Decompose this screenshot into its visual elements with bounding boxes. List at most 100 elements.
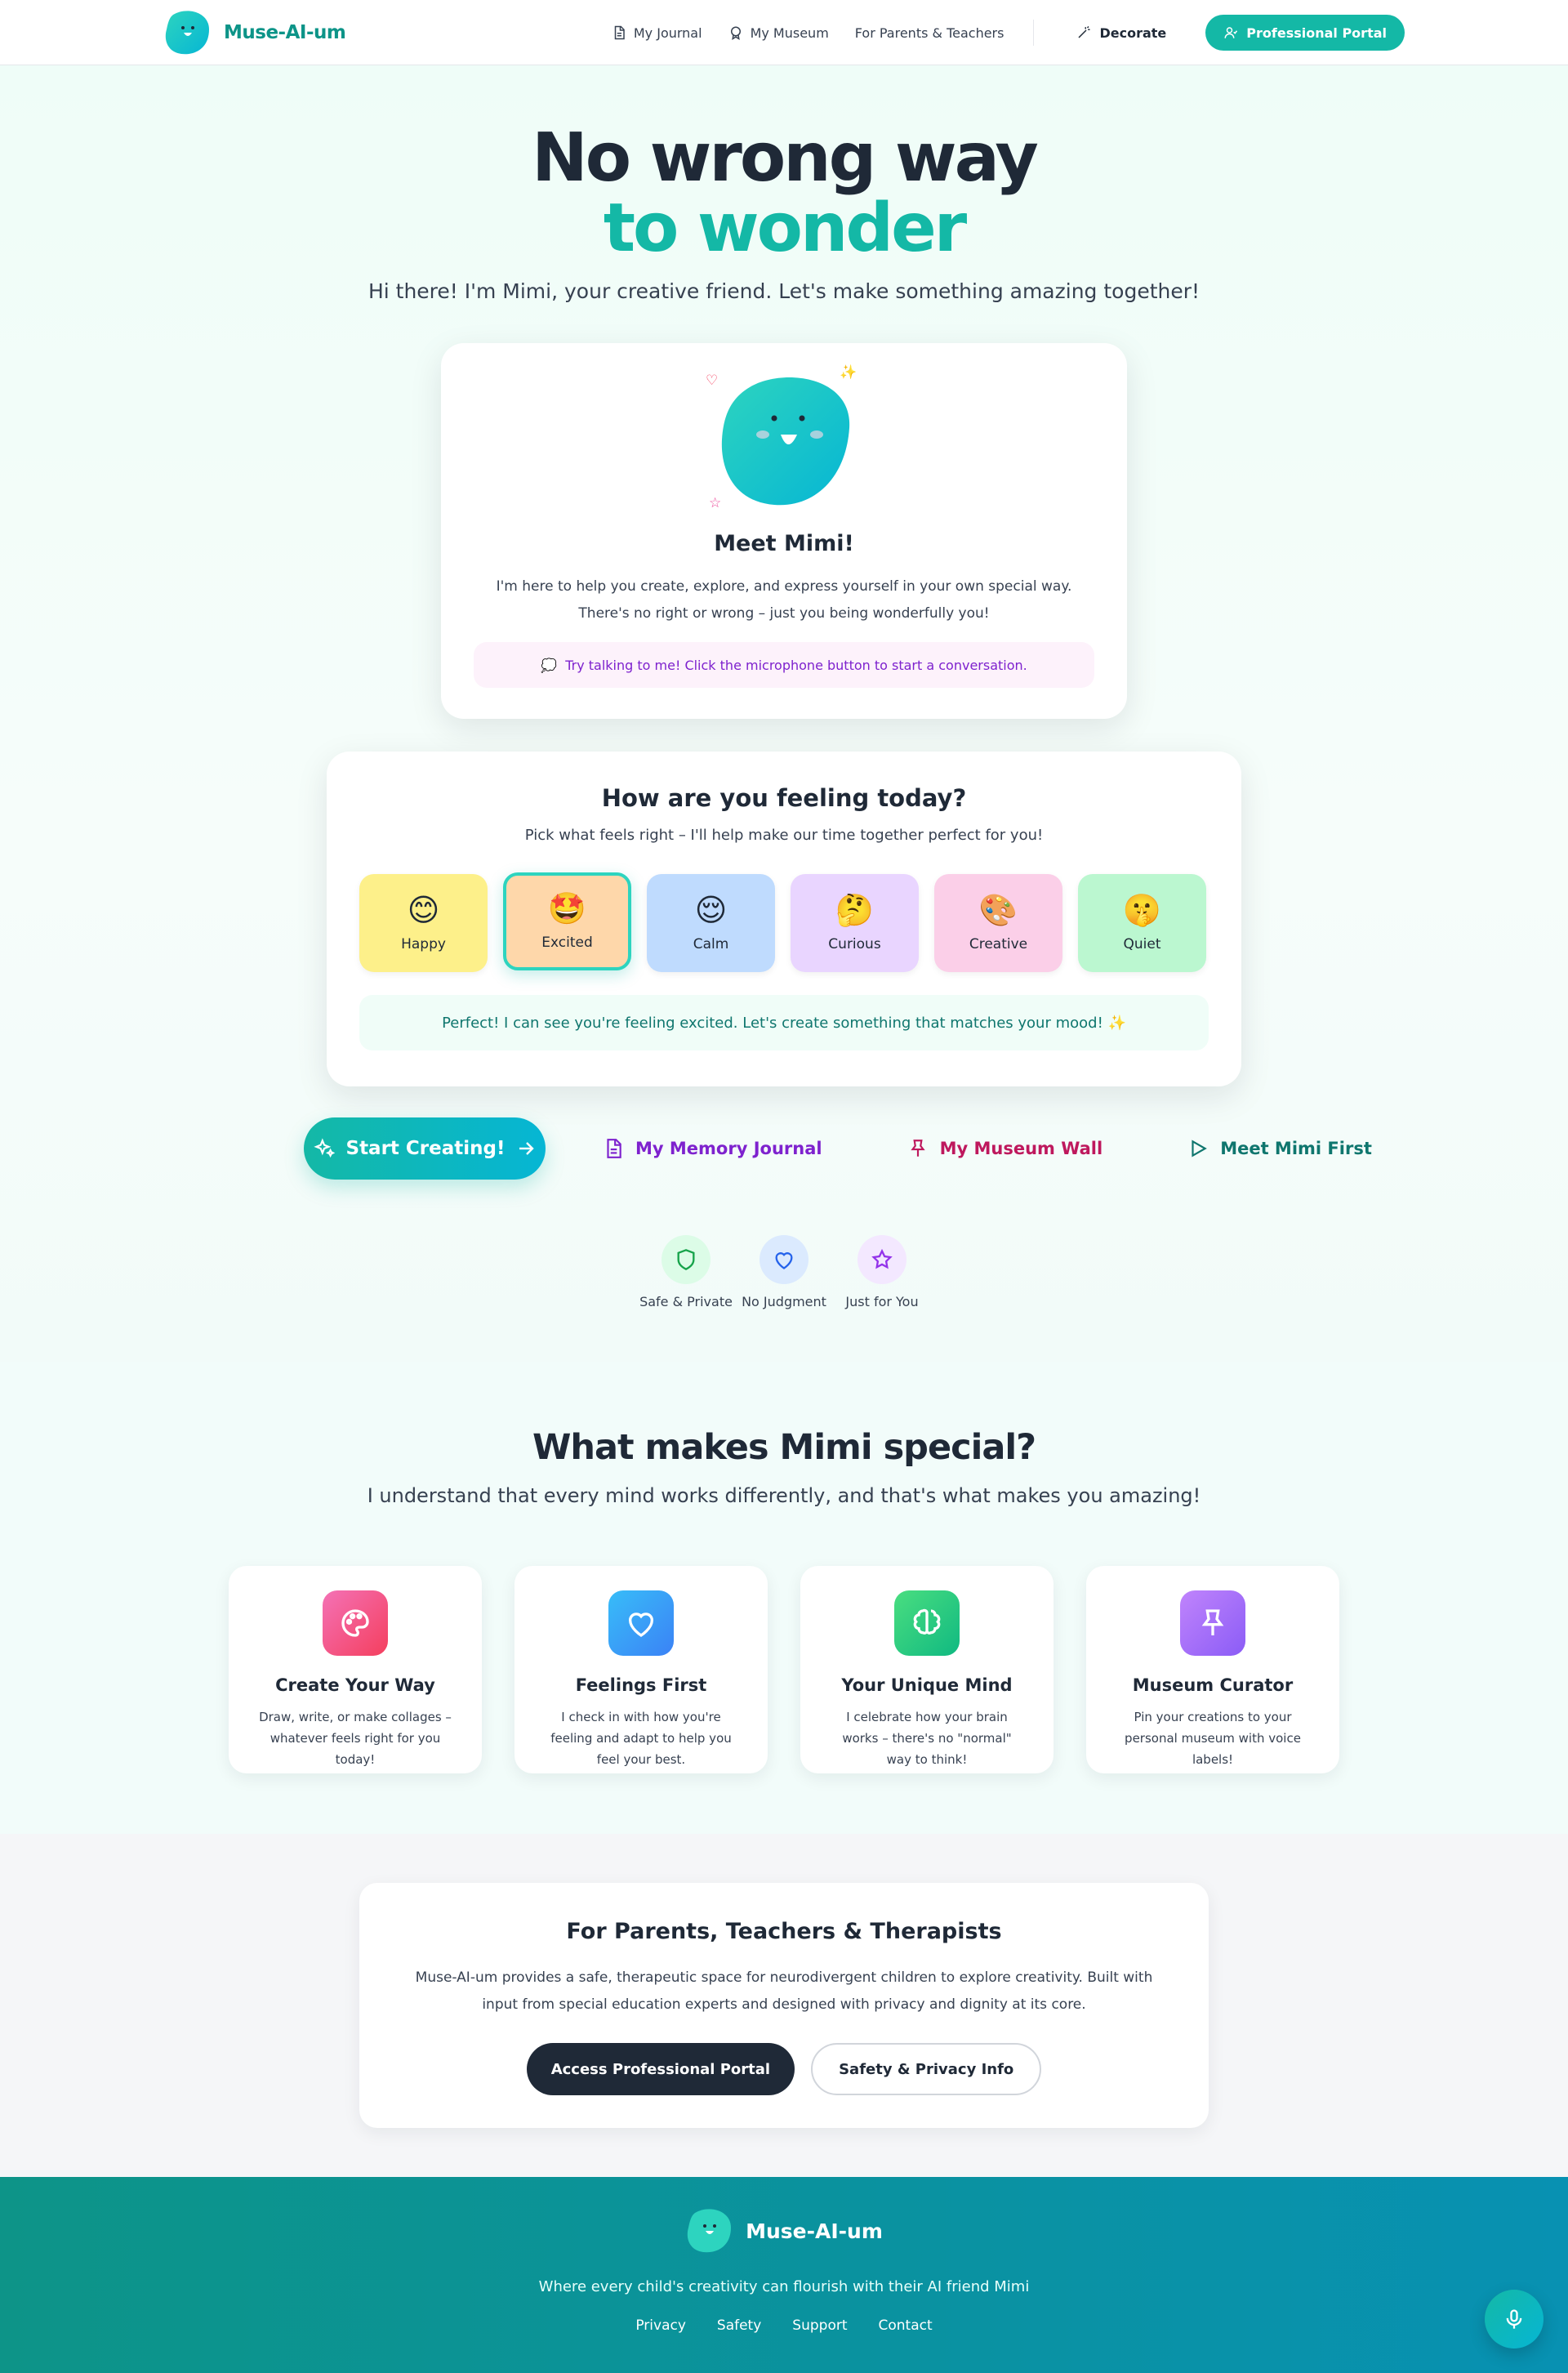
features-subtitle: I understand that every mind works diffe… [367,1484,1201,1507]
footer-link-support[interactable]: Support [792,2317,847,2334]
mood-curious[interactable]: 🤔 Curious [791,874,919,972]
nav-parents-teachers[interactable]: For Parents & Teachers [855,25,1004,41]
decorate-label: Decorate [1099,25,1167,41]
mood-happy[interactable]: 😊 Happy [359,874,488,972]
heart-icon [608,1590,674,1656]
mood-calm[interactable]: 😌 Calm [647,874,775,972]
feature-title: Feelings First [575,1675,707,1695]
hero-section: No wrong way to wonder Hi there! I'm Mim… [0,65,1568,1362]
excited-emoji-icon: 🤩 [547,890,587,926]
mood-options: 😊 Happy 🤩 Excited 😌 Calm 🤔 Curious 🎨 Cre… [359,872,1206,972]
calm-emoji-icon: 😌 [694,892,728,928]
parents-title: For Parents, Teachers & Therapists [566,1919,1002,1944]
footer-tagline: Where every child's creativity can flour… [538,2278,1030,2295]
mood-quiet[interactable]: 🤫 Quiet [1078,874,1206,972]
hero-subtitle: Hi there! I'm Mimi, your creative friend… [368,279,1200,303]
mood-title: How are you feeling today? [601,784,967,812]
decorate-button[interactable]: Decorate [1063,15,1180,51]
cta-row: Start Creating! My Memory Journal My Mus… [304,1117,1372,1180]
palette-icon [323,1590,388,1656]
footer: Muse-AI-um Where every child's creativit… [0,2177,1568,2373]
nav-my-journal-label: My Journal [633,25,702,41]
nav-my-museum-label: My Museum [750,25,829,41]
talk-tip-text: Try talking to me! Click the microphone … [565,657,1027,673]
sparkles-icon [313,1138,335,1158]
museum-wall-link[interactable]: My Museum Wall [907,1138,1103,1159]
mood-label: Quiet [1123,936,1161,952]
access-professional-portal-button[interactable]: Access Professional Portal [526,2043,795,2095]
brand-name: Muse-AI-um [224,22,346,43]
mimi-character-icon[interactable] [717,371,856,510]
mood-label: Creative [969,936,1028,952]
meet-mimi-title: Meet Mimi! [714,531,854,556]
trust-label: Just for You [845,1294,919,1309]
parents-text: Muse-AI-um provides a safe, therapeutic … [415,1969,1153,2013]
feature-desc: Draw, write, or make collages – whatever… [259,1710,452,1767]
pin-icon [1180,1590,1245,1656]
happy-emoji-icon: 😊 [407,892,440,928]
footer-brand[interactable]: Muse-AI-um [0,2206,1568,2255]
feature-desc: Pin your creations to your personal muse… [1125,1710,1301,1767]
brand-logo[interactable]: Muse-AI-um [163,8,346,57]
meet-mimi-link[interactable]: Meet Mimi First [1187,1138,1372,1159]
mood-label: Curious [828,936,881,952]
features-title: What makes Mimi special? [532,1427,1036,1468]
nav-divider [1033,20,1035,46]
feature-create-your-way: Create Your Way Draw, write, or make col… [229,1566,482,1773]
nav-my-journal[interactable]: My Journal [612,25,702,41]
safety-privacy-info-button[interactable]: Safety & Privacy Info [811,2043,1042,2095]
feature-desc: I check in with how you're feeling and a… [550,1710,732,1767]
meet-mimi-card: ♡ ✨ ☆ Meet Mimi! I'm here to help you cr… [441,343,1127,719]
parents-card: For Parents, Teachers & Therapists Muse-… [359,1883,1209,2128]
footer-link-contact[interactable]: Contact [879,2317,933,2334]
memory-journal-label: My Memory Journal [635,1139,822,1158]
brain-icon [894,1590,960,1656]
mimi-logo-icon [165,11,209,55]
memory-journal-link[interactable]: My Memory Journal [603,1138,822,1159]
meet-mimi-label: Meet Mimi First [1220,1139,1372,1158]
speech-bubble-icon: 💭 [541,657,558,673]
parents-section: For Parents, Teachers & Therapists Muse-… [0,1834,1568,2177]
feature-title: Museum Curator [1132,1675,1294,1695]
features-section: What makes Mimi special? I understand th… [0,1362,1568,1834]
feature-feelings-first: Feelings First I check in with how you'r… [514,1566,768,1773]
museum-wall-label: My Museum Wall [939,1139,1103,1158]
footer-links: Privacy Safety Support Contact [0,2317,1568,2334]
microphone-button[interactable] [1485,2290,1544,2348]
heart-sparkle-icon: ♡ [706,372,719,389]
hero-title-line2: to wonder [603,190,967,267]
trust-just-for-you: Just for You [845,1235,919,1309]
talk-tip: 💭 Try talking to me! Click the microphon… [474,642,1094,688]
professional-portal-label: Professional Portal [1246,25,1387,41]
feature-desc: I celebrate how your brain works – there… [842,1710,1012,1767]
nav-parents-teachers-label: For Parents & Teachers [854,25,1004,41]
journal-icon [607,1139,621,1158]
start-creating-label: Start Creating! [345,1138,506,1159]
footer-link-safety[interactable]: Safety [717,2317,761,2334]
nav-my-museum[interactable]: My Museum [728,25,829,41]
user-icon [1224,27,1238,38]
shield-icon [662,1235,710,1284]
meet-mimi-text: I'm here to help you create, explore, an… [496,578,1072,622]
feature-title: Create Your Way [275,1675,435,1695]
trust-safe-private: Safe & Private [639,1235,733,1309]
start-creating-button[interactable]: Start Creating! [304,1117,546,1180]
mood-excited[interactable]: 🤩 Excited [503,872,631,970]
hero-title-line1: No wrong way [532,119,1039,197]
footer-brand-name: Muse-AI-um [746,2219,883,2243]
mood-creative[interactable]: 🎨 Creative [934,874,1062,972]
mood-label: Happy [401,936,446,952]
trust-no-judgment: No Judgment [742,1235,826,1309]
mood-subtitle: Pick what feels right – I'll help make o… [524,827,1044,844]
quiet-emoji-icon: 🤫 [1122,892,1162,928]
feature-title: Your Unique Mind [841,1675,1013,1695]
mimi-logo-icon [687,2209,732,2253]
microphone-icon [1506,2309,1522,2329]
footer-link-privacy[interactable]: Privacy [635,2317,686,2334]
heart-icon [760,1235,808,1284]
trust-badges: Safe & Private No Judgment Just for You [0,1235,1568,1309]
arrow-right-icon [519,1142,535,1155]
star-icon [858,1235,906,1284]
professional-portal-button[interactable]: Professional Portal [1205,15,1405,51]
trust-label: Safe & Private [639,1294,733,1309]
